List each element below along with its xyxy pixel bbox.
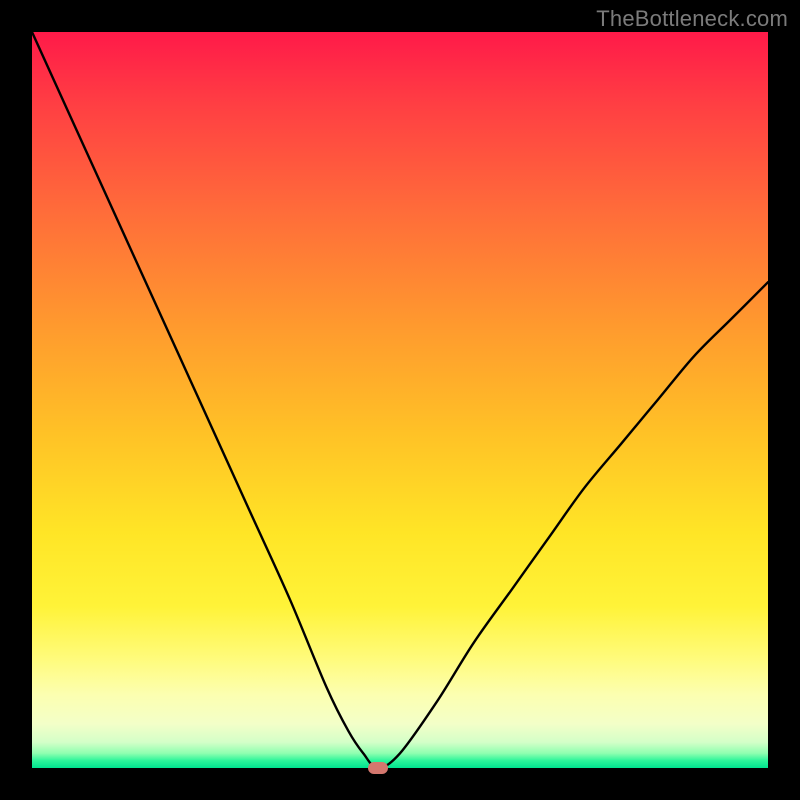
plot-area [32, 32, 768, 768]
bottleneck-curve [32, 32, 768, 768]
chart-frame: TheBottleneck.com [0, 0, 800, 800]
optimal-point-marker [368, 762, 388, 774]
watermark-text: TheBottleneck.com [596, 6, 788, 32]
